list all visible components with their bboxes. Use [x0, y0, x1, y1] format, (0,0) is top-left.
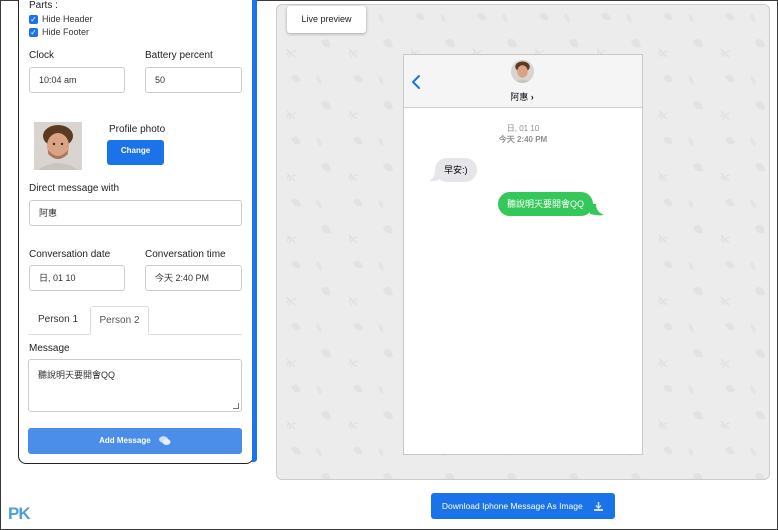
incoming-message-bubble: 早安:)	[435, 158, 477, 182]
pk-logo: PK	[8, 504, 31, 524]
hide-footer-label: Hide Footer	[42, 27, 90, 37]
live-preview-button[interactable]: Live preview	[287, 6, 366, 33]
clock-input[interactable]: 10:04 am	[29, 67, 125, 93]
phone-header: 阿惠 ›	[404, 55, 642, 108]
chat-bubbles-icon	[158, 436, 171, 445]
tab-person-2[interactable]: Person 2	[90, 306, 149, 335]
conv-date-label: Conversation date	[29, 249, 111, 260]
dm-input[interactable]: 阿惠	[29, 200, 242, 226]
time-line: 今天 2:40 PM	[498, 135, 548, 144]
hide-header-label: Hide Header	[42, 14, 93, 24]
hide-header-checkbox[interactable]: ✓	[29, 15, 38, 24]
phone-preview: 阿惠 › 日, 01 10 今天 2:40 PM 早安:) 聽說明天要開會QQ	[403, 54, 643, 455]
message-textarea[interactable]: 聽說明天要開會QQ	[28, 359, 242, 412]
conv-time-input[interactable]: 今天 2:40 PM	[145, 265, 242, 291]
download-icon	[594, 502, 604, 512]
outgoing-message-bubble: 聽說明天要開會QQ	[498, 192, 594, 216]
message-text: 聽說明天要開會QQ	[38, 370, 116, 380]
chevron-right-icon: ›	[530, 92, 534, 102]
battery-label: Battery percent	[145, 50, 213, 61]
add-message-label: Add Message	[99, 436, 151, 445]
panel-accent-bar	[252, 0, 257, 462]
conv-time-label: Conversation time	[145, 249, 226, 260]
conversation-date: 日, 01 10 今天 2:40 PM	[404, 123, 642, 145]
profile-photo-label: Profile photo	[109, 124, 166, 135]
avatar-face-image	[34, 122, 82, 170]
tab-person-1[interactable]: Person 1	[29, 306, 87, 335]
profile-photo	[34, 122, 82, 170]
conv-date-input[interactable]: 日, 01 10	[29, 265, 125, 291]
download-button-label: Download Iphone Message As Image	[441, 501, 583, 511]
download-image-button[interactable]: Download Iphone Message As Image	[431, 493, 615, 519]
dm-label: Direct message with	[29, 183, 120, 194]
add-message-button[interactable]: Add Message	[28, 428, 242, 454]
hide-footer-checkbox[interactable]: ✓	[29, 28, 38, 37]
message-label: Message	[29, 343, 70, 354]
date-line: 日, 01 10	[506, 124, 540, 133]
contact-name-text: 阿惠	[510, 92, 529, 102]
change-photo-button[interactable]: Change	[107, 140, 164, 165]
parts-label: Parts :	[29, 0, 58, 11]
back-chevron-icon	[412, 75, 420, 89]
contact-face-image	[511, 60, 534, 83]
resize-handle[interactable]	[233, 403, 239, 409]
clock-label: Clock	[29, 50, 55, 61]
battery-input[interactable]: 50	[145, 67, 242, 93]
contact-name: 阿惠 ›	[492, 90, 552, 103]
pk-logo-text: PK	[8, 504, 31, 523]
contact-avatar	[511, 60, 534, 83]
